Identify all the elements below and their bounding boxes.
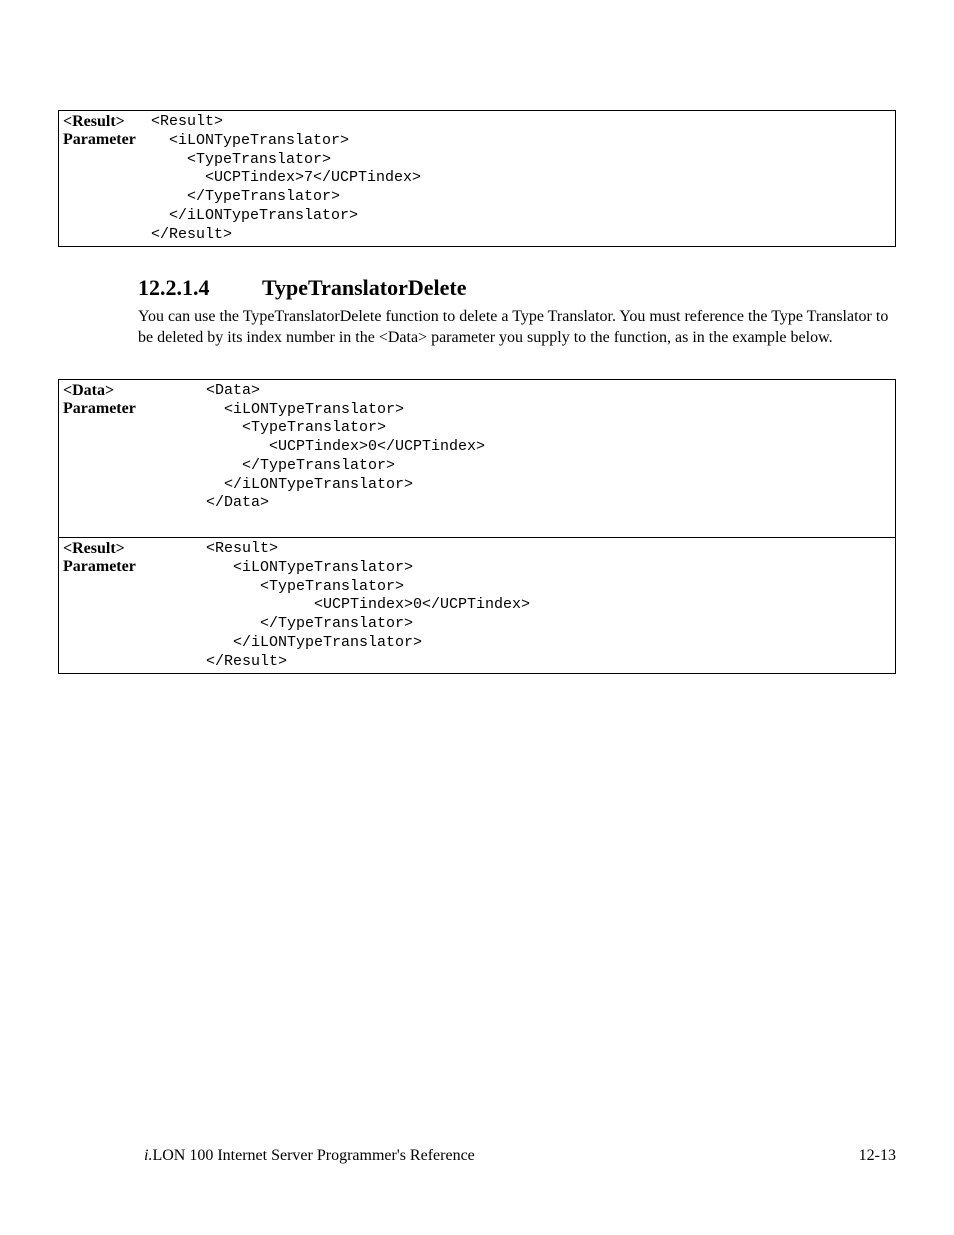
page-container: <Result> Parameter <Result> <iLONTypeTra…: [0, 0, 954, 1235]
table2-row1-code-cell: <Data> <iLONTypeTranslator> <TypeTransla…: [202, 379, 896, 537]
table2-row1-label-cell: <Data> Parameter: [59, 379, 203, 537]
table2-row2-label-line1: <Result>: [63, 540, 125, 557]
table2-row2-code-cell: <Result> <iLONTypeTranslator> <TypeTrans…: [202, 538, 896, 674]
table2-row2-code: <Result> <iLONTypeTranslator> <TypeTrans…: [206, 540, 891, 671]
table2-row1-label-line1: <Data>: [63, 382, 114, 399]
footer-title: i.LON 100 Internet Server Programmer's R…: [144, 1147, 475, 1165]
table2-row2-label-line2: Parameter: [63, 558, 136, 575]
param-table-2: <Data> Parameter <Data> <iLONTypeTransla…: [58, 379, 896, 675]
footer-title-rest: LON 100 Internet Server Programmer's Ref…: [152, 1147, 474, 1164]
heading-number: 12.2.1.4: [138, 275, 258, 301]
table1-label-line1: <Result>: [63, 113, 125, 130]
table1-label-cell: <Result> Parameter: [59, 111, 148, 247]
table2-row1-label-line2: Parameter: [63, 400, 136, 417]
section-heading: 12.2.1.4 TypeTranslatorDelete: [138, 275, 896, 301]
body-paragraph: You can use the TypeTranslatorDelete fun…: [138, 307, 896, 349]
table1-code-cell: <Result> <iLONTypeTranslator> <TypeTrans…: [147, 111, 896, 247]
footer-page-number: 12-13: [859, 1147, 896, 1165]
heading-title: TypeTranslatorDelete: [262, 275, 466, 300]
table2-row1-code: <Data> <iLONTypeTranslator> <TypeTransla…: [206, 382, 891, 513]
table1-code: <Result> <iLONTypeTranslator> <TypeTrans…: [151, 113, 891, 244]
result-table-1: <Result> Parameter <Result> <iLONTypeTra…: [58, 110, 896, 247]
page-footer: i.LON 100 Internet Server Programmer's R…: [0, 1147, 954, 1165]
table2-row2-label-cell: <Result> Parameter: [59, 538, 203, 674]
table1-label-line2: Parameter: [63, 131, 136, 148]
